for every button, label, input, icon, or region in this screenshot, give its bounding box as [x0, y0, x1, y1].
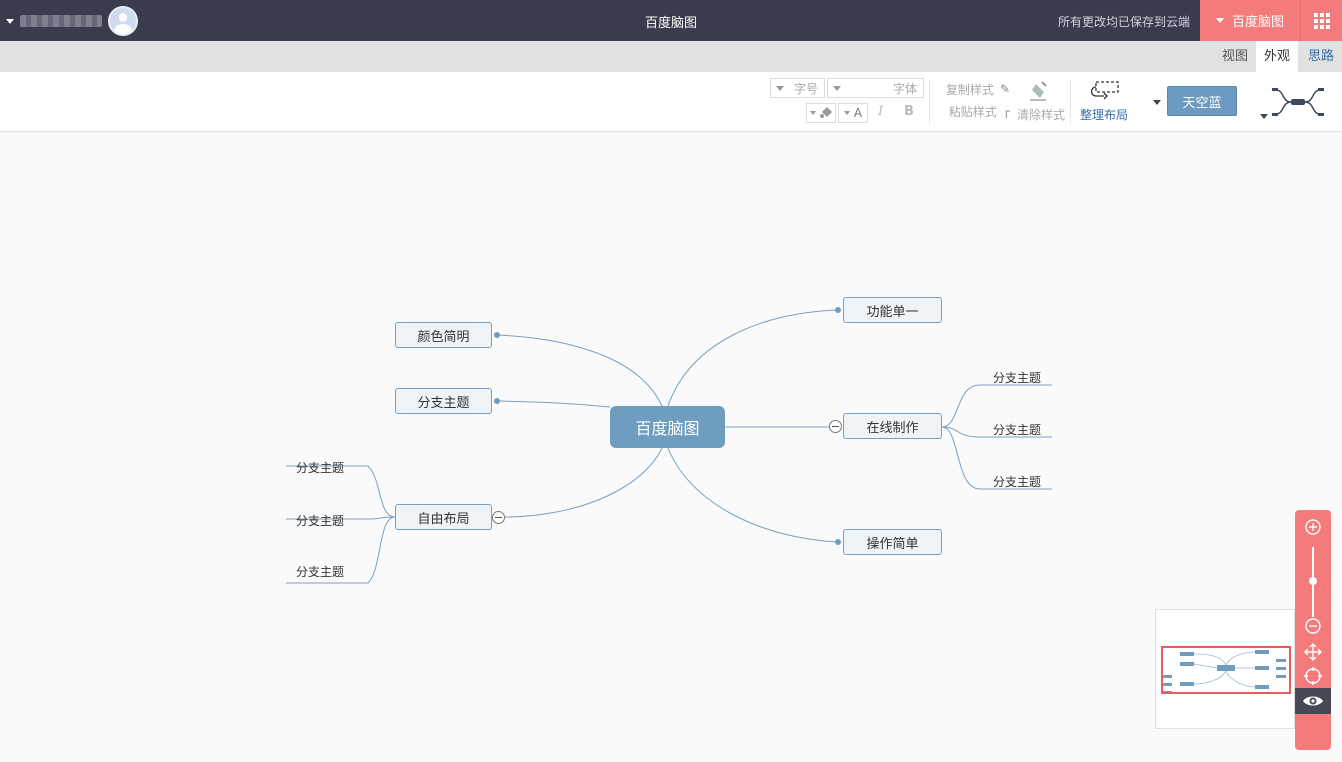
- zoom-slider-thumb[interactable]: [1309, 577, 1317, 585]
- zoom-in-icon[interactable]: [1304, 518, 1322, 536]
- bold-button[interactable]: B: [904, 104, 914, 119]
- paste-style-label: 粘贴样式: [948, 104, 997, 119]
- top-bar: 百度脑图 所有更改均已保存到云端 百度脑图: [0, 0, 1342, 41]
- save-status: 所有更改均已保存到云端: [1057, 15, 1190, 29]
- italic-button[interactable]: I: [878, 104, 883, 119]
- font-size-select[interactable]: 字号: [770, 78, 825, 98]
- layout-icon: [1090, 81, 1119, 100]
- chevron-down-icon: [809, 111, 816, 115]
- chevron-down-icon: [833, 86, 841, 91]
- preview-toggle[interactable]: [1295, 688, 1331, 714]
- font-color-button[interactable]: A: [838, 103, 868, 123]
- brush-icon: [1030, 81, 1047, 101]
- theme-button[interactable]: 天空蓝: [1167, 86, 1237, 116]
- minimap-viewport[interactable]: [1161, 646, 1291, 694]
- avatar[interactable]: [108, 6, 138, 36]
- minimap[interactable]: [1155, 609, 1295, 729]
- paint-icon: ✎: [999, 82, 1010, 96]
- user-menu[interactable]: [6, 6, 138, 36]
- collapse-toggle[interactable]: [492, 511, 505, 524]
- background-color-button[interactable]: [806, 103, 836, 123]
- branch-node[interactable]: 分支主题: [395, 388, 492, 414]
- clear-style-label: 清除样式: [1016, 108, 1065, 122]
- collapse-toggle[interactable]: [829, 420, 842, 433]
- tab-bar: 视图 外观 思路: [0, 41, 1342, 72]
- copy-style-label: 复制样式: [945, 82, 994, 97]
- mindmap-canvas[interactable]: 百度脑图 功能单一 在线制作 操作简单 分支主题 分支主题 分支主题 颜色简明 …: [0, 133, 1342, 762]
- root-node[interactable]: 百度脑图: [610, 406, 725, 448]
- mindmap-structure-icon[interactable]: [1272, 80, 1324, 124]
- app-menu-label: 百度脑图: [1231, 15, 1284, 30]
- divider: [929, 80, 930, 124]
- move-icon[interactable]: [1304, 643, 1322, 661]
- layout-button[interactable]: 整理布局: [1076, 78, 1132, 126]
- paste-icon: ┌: [1002, 104, 1010, 118]
- grid-icon: [1313, 12, 1330, 29]
- chevron-down-icon[interactable]: [1153, 100, 1161, 105]
- subtopic-node[interactable]: 分支主题: [987, 421, 1047, 438]
- chevron-down-icon: [1215, 18, 1224, 23]
- subtopic-node[interactable]: 分支主题: [290, 459, 350, 476]
- branch-node[interactable]: 功能单一: [843, 297, 942, 323]
- chevron-down-icon: [6, 18, 14, 24]
- branch-node[interactable]: 颜色简明: [395, 322, 492, 348]
- subtopic-node[interactable]: 分支主题: [290, 512, 350, 529]
- chevron-down-icon: [843, 111, 850, 115]
- toolbar: 天空蓝 整理布局 清除样式 复制样式 ✎ 粘贴样式 ┌: [0, 72, 1342, 132]
- font-size-value: 字号: [793, 81, 818, 96]
- clear-style-button[interactable]: 清除样式: [1012, 78, 1070, 126]
- chevron-down-icon[interactable]: [1260, 114, 1268, 119]
- apps-button[interactable]: [1300, 0, 1342, 41]
- font-color-label: A: [853, 106, 863, 120]
- navigator-panel: [1295, 510, 1331, 750]
- branch-node[interactable]: 自由布局: [395, 504, 492, 530]
- eye-icon: [1303, 696, 1323, 706]
- locate-icon[interactable]: [1304, 667, 1322, 685]
- subtopic-node[interactable]: 分支主题: [987, 369, 1047, 386]
- tab-appearance[interactable]: 外观: [1256, 41, 1298, 72]
- paint-bucket-icon: [819, 107, 832, 118]
- subtopic-node[interactable]: 分支主题: [290, 563, 350, 580]
- chevron-down-icon: [776, 86, 784, 91]
- divider: [1070, 80, 1071, 124]
- tab-idea[interactable]: 思路: [1300, 41, 1342, 72]
- subtopic-node[interactable]: 分支主题: [987, 473, 1047, 490]
- zoom-out-icon[interactable]: [1304, 617, 1322, 635]
- branch-node[interactable]: 操作简单: [843, 529, 942, 555]
- username-blurred: [20, 15, 102, 27]
- font-family-select[interactable]: 字体: [827, 78, 924, 98]
- tab-view[interactable]: 视图: [1214, 41, 1256, 72]
- paste-style-button[interactable]: 粘贴样式 ┌: [934, 102, 1010, 120]
- font-family-value: 字体: [892, 81, 917, 96]
- branch-node[interactable]: 在线制作: [843, 413, 942, 439]
- app-menu-button[interactable]: 百度脑图: [1200, 0, 1300, 41]
- copy-style-button[interactable]: 复制样式 ✎: [934, 80, 1010, 98]
- layout-label: 整理布局: [1079, 108, 1128, 122]
